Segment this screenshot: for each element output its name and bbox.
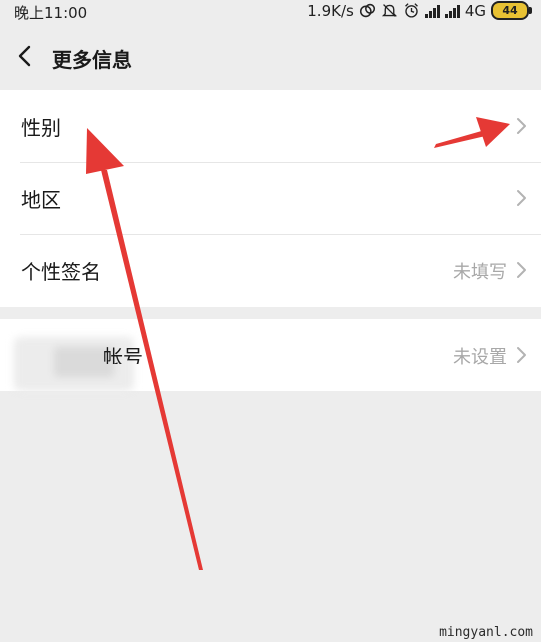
alarm-icon bbox=[404, 3, 418, 18]
back-button[interactable] bbox=[10, 40, 42, 72]
battery-icon: 44 bbox=[491, 1, 532, 20]
battery-level: 44 bbox=[502, 4, 518, 17]
status-time: 晚上11:00 bbox=[14, 4, 88, 22]
status-icons: 1.9K/s 4G 44 bbox=[307, 1, 532, 20]
chevron-right-icon bbox=[517, 347, 526, 363]
account-group: 帐号 未设置 bbox=[0, 319, 541, 391]
row-region[interactable]: 地区 bbox=[0, 162, 541, 234]
signal-icon bbox=[424, 4, 440, 18]
row-gender[interactable]: 性别 bbox=[0, 90, 541, 162]
chevron-right-icon bbox=[517, 118, 526, 134]
row-account[interactable]: 帐号 未设置 bbox=[0, 319, 541, 391]
chevron-right-icon bbox=[517, 262, 526, 278]
row-label: 性别 bbox=[21, 116, 61, 140]
chevron-right-icon bbox=[517, 190, 526, 206]
info-group: 性别 地区 个性签名 未填写 bbox=[0, 90, 541, 307]
row-label: 个性签名 bbox=[21, 260, 101, 284]
watermark: mingyanl.com bbox=[439, 625, 533, 640]
net-speed: 1.9K/s bbox=[307, 1, 354, 20]
row-value: 未填写 bbox=[453, 262, 507, 283]
battery-tip bbox=[529, 7, 532, 14]
mute-icon bbox=[381, 4, 397, 17]
row-signature[interactable]: 个性签名 未填写 bbox=[0, 234, 541, 306]
data-saver-icon bbox=[359, 3, 375, 18]
chevron-left-icon bbox=[18, 45, 31, 67]
network-type: 4G bbox=[464, 1, 486, 20]
row-label: 地区 bbox=[21, 188, 61, 212]
status-bar: 晚上11:00 1.9K/s 4G 44 bbox=[0, 0, 541, 24]
nav-bar: 更多信息 bbox=[0, 34, 541, 80]
signal-icon bbox=[444, 4, 460, 18]
row-value: 未设置 bbox=[453, 347, 507, 368]
page-title: 更多信息 bbox=[52, 48, 132, 72]
